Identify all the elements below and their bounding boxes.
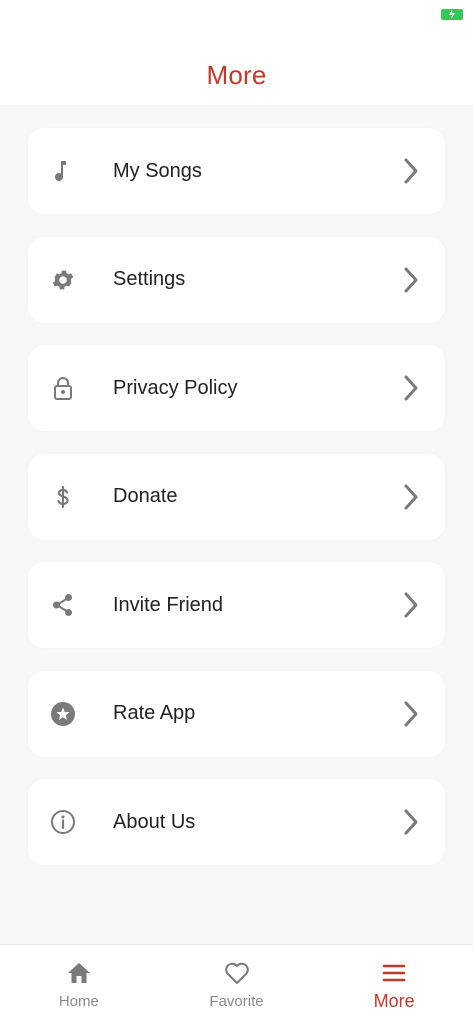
chevron-right-icon [403, 157, 419, 185]
share-icon [50, 592, 76, 618]
menu-item-label: About Us [113, 810, 196, 833]
menu-item-invite-friend[interactable]: Invite Friend [28, 562, 445, 648]
chevron-right-icon [403, 808, 419, 836]
menu-item-label: Privacy Policy [113, 376, 238, 399]
star-badge-icon [50, 701, 76, 727]
menu-list: My Songs Settings Privacy Policy Donate [28, 128, 445, 888]
chevron-right-icon [403, 591, 419, 619]
tab-label: More [373, 991, 415, 1011]
hamburger-icon [380, 959, 408, 987]
menu-item-about-us[interactable]: About Us [28, 779, 445, 865]
chevron-right-icon [403, 374, 419, 402]
tab-bar: Home Favorite More [0, 944, 473, 1024]
status-bar [0, 0, 473, 30]
gear-icon [50, 267, 76, 293]
heart-icon [223, 959, 251, 987]
lock-icon [50, 375, 76, 401]
tab-more[interactable]: More [315, 945, 473, 1024]
home-icon [65, 959, 93, 987]
chevron-right-icon [403, 266, 419, 294]
menu-item-settings[interactable]: Settings [28, 236, 445, 323]
tab-label: Favorite [209, 993, 264, 1010]
tab-favorite[interactable]: Favorite [158, 945, 316, 1024]
menu-item-label: Rate App [113, 702, 196, 724]
menu-item-label: Settings [113, 268, 186, 290]
dollar-icon [50, 484, 76, 510]
menu-item-donate[interactable]: Donate [28, 453, 445, 540]
tab-label: Home [58, 993, 99, 1010]
music-note-icon [50, 158, 76, 184]
header: More [0, 30, 473, 105]
info-icon [50, 809, 76, 835]
menu-item-label: Donate [113, 485, 178, 507]
chevron-right-icon [403, 483, 419, 511]
menu-item-rate-app[interactable]: Rate App [28, 670, 445, 757]
menu-item-privacy-policy[interactable]: Privacy Policy [28, 345, 445, 431]
menu-item-label: Invite Friend [113, 593, 224, 616]
page-title: More [206, 60, 267, 90]
chevron-right-icon [403, 700, 419, 728]
tab-home[interactable]: Home [0, 945, 158, 1024]
menu-item-my-songs[interactable]: My Songs [28, 128, 445, 214]
menu-item-label: My Songs [113, 159, 202, 182]
battery-icon [441, 9, 463, 20]
